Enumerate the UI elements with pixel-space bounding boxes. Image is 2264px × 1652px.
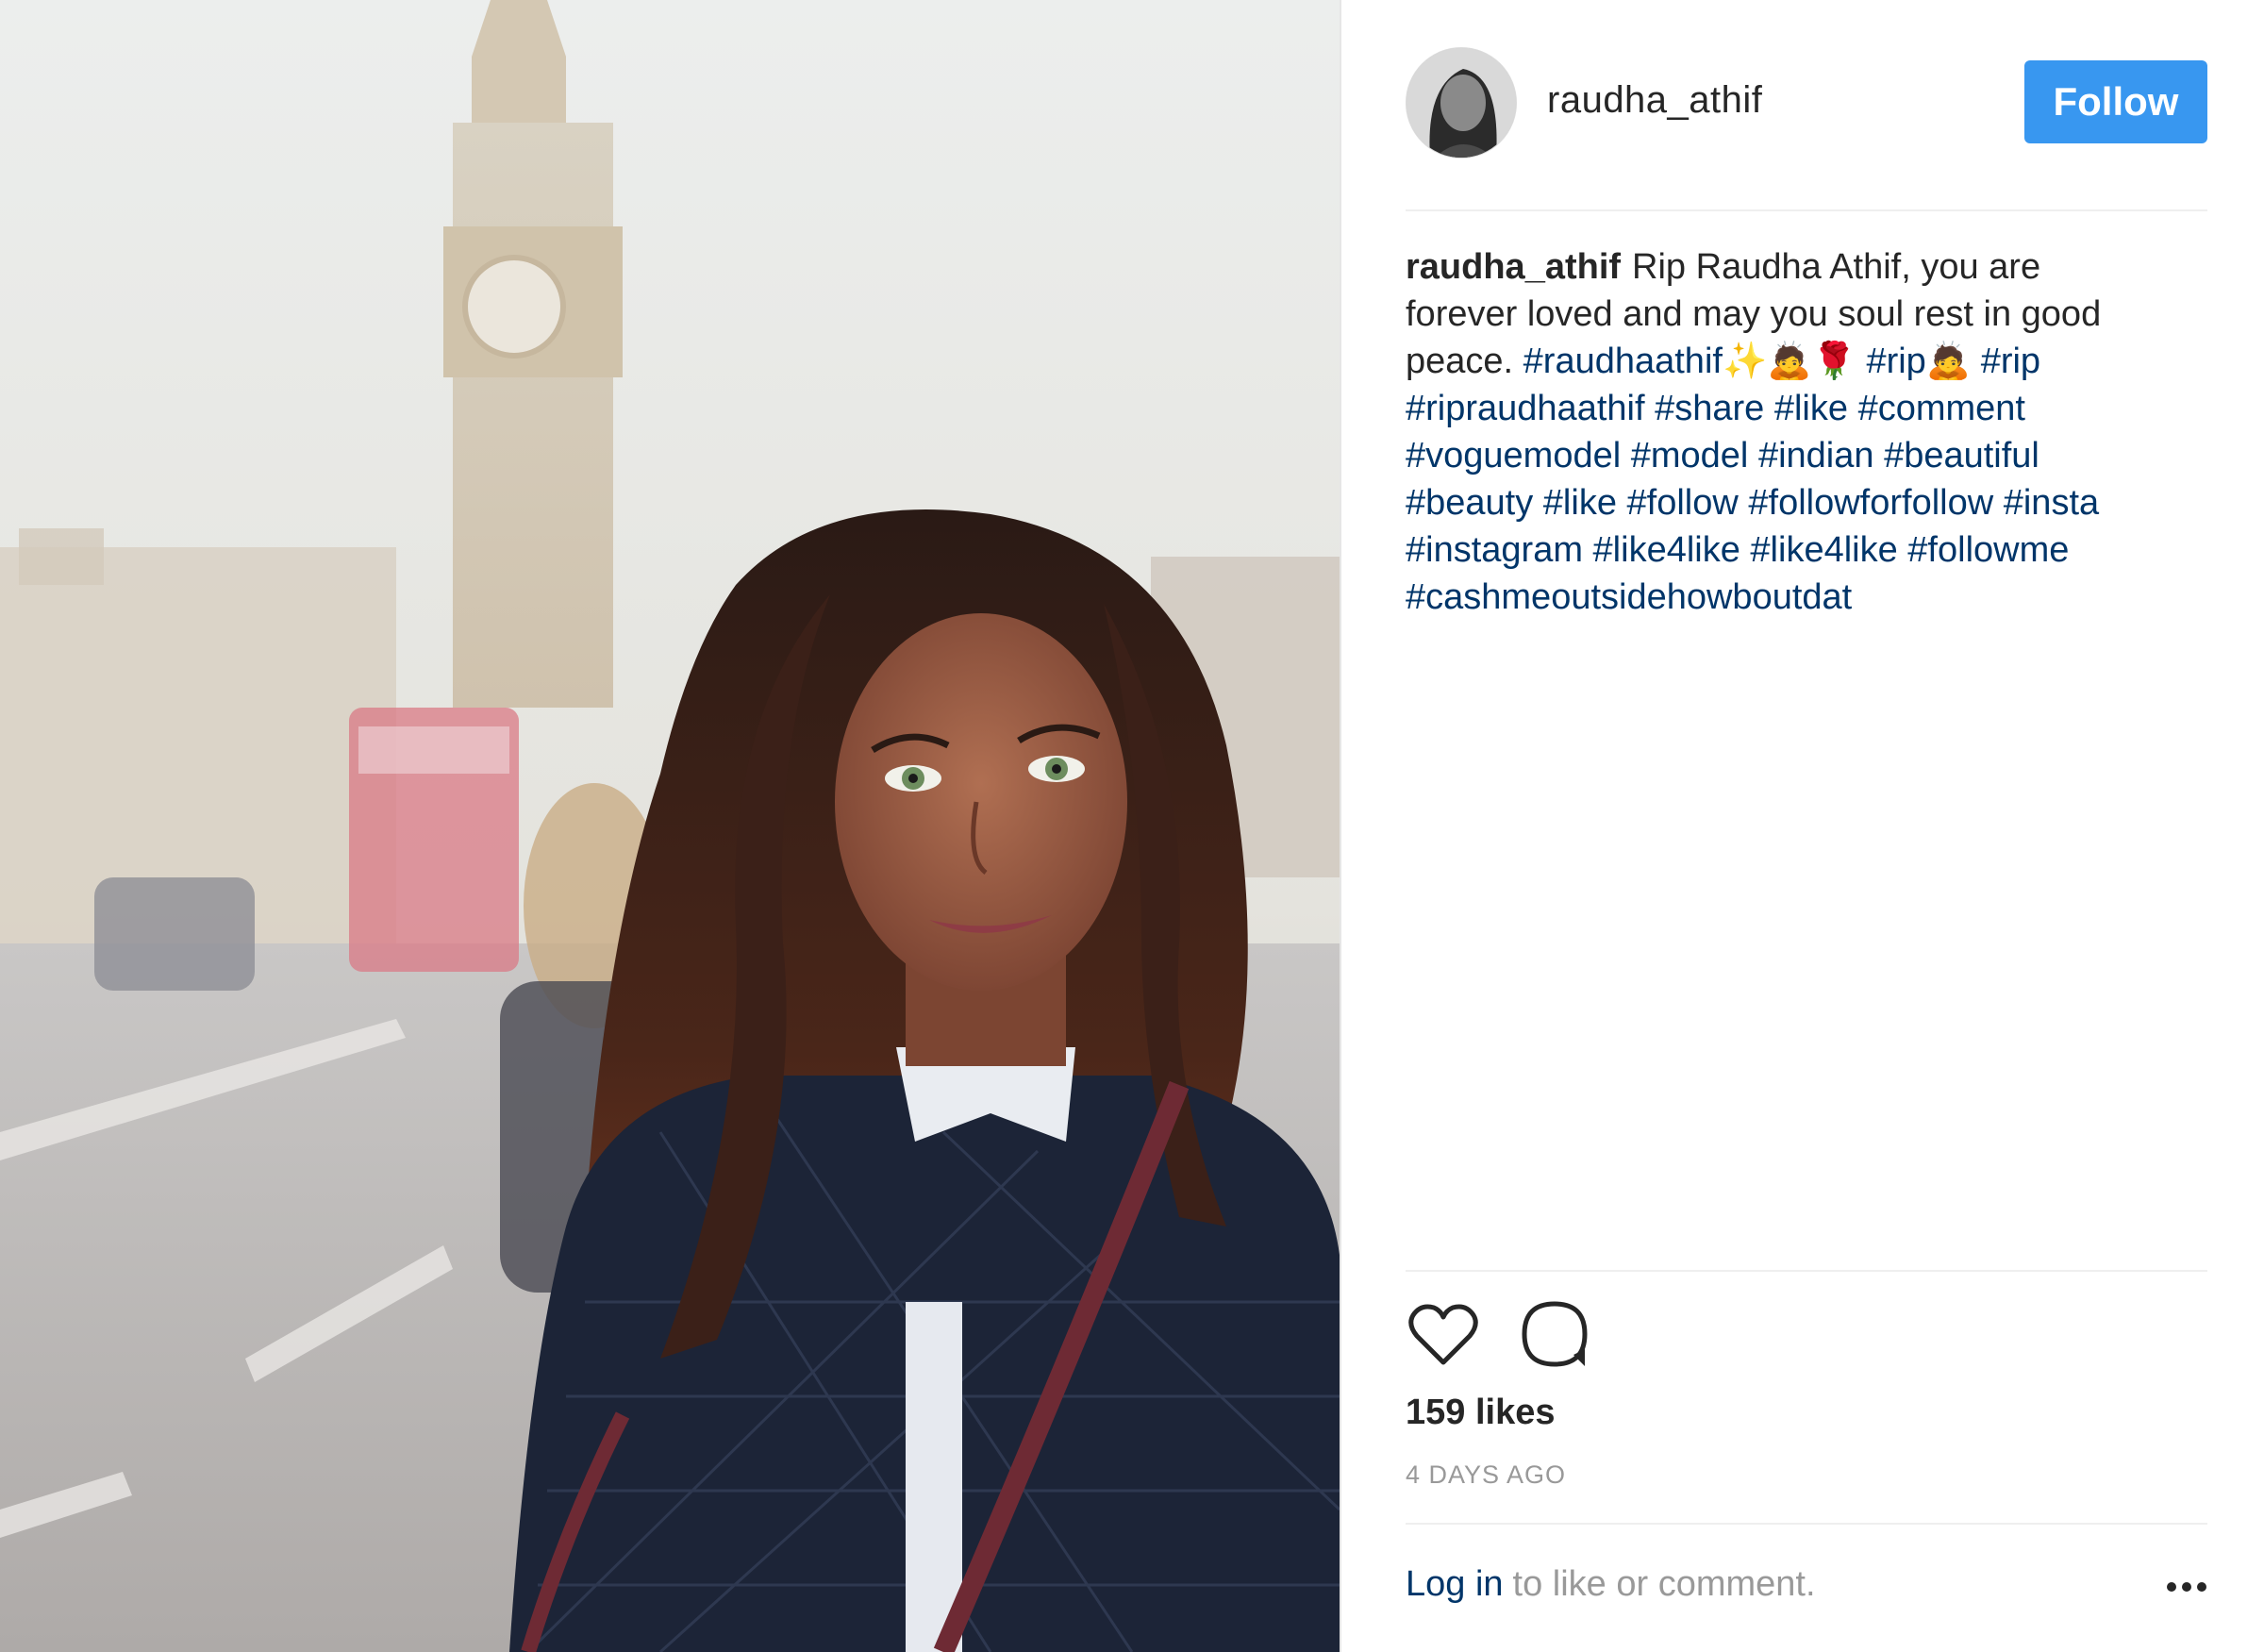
hashtag-link[interactable]: #like4like	[1750, 530, 1897, 570]
photo-divider	[1340, 0, 1341, 1652]
hashtag-link[interactable]: #instagram	[1406, 530, 1583, 570]
speech-bubble-icon[interactable]	[1517, 1296, 1592, 1372]
login-prompt-text: to like or comment.	[1512, 1564, 1816, 1604]
header-username[interactable]: raudha_athif	[1547, 79, 1762, 122]
post-timestamp[interactable]: 4 DAYS AGO	[1406, 1460, 1566, 1490]
hashtag-link[interactable]: #share	[1655, 389, 1764, 428]
caption-text	[1645, 389, 1656, 428]
avatar[interactable]	[1406, 47, 1517, 159]
hashtag-link[interactable]: #voguemodel	[1406, 436, 1621, 476]
caption-text: forever loved and may you soul rest in g…	[1406, 294, 2102, 334]
caption-line: #ripraudhaathif #share #like #comment	[1406, 385, 2207, 432]
hashtag-link[interactable]: #followforfollow	[1748, 483, 1993, 523]
caption-text	[1848, 389, 1858, 428]
caption-line: #cashmeoutsidehowboutdat	[1406, 574, 2207, 621]
hashtag-link[interactable]: #comment	[1858, 389, 2025, 428]
hashtag-link[interactable]: #followme	[1907, 530, 2069, 570]
post-details-panel: raudha_athif Follow raudha_athif Rip Raud…	[1406, 0, 2207, 1652]
caption-text	[1739, 483, 1749, 523]
header-divider	[1406, 209, 2207, 211]
caption-text	[1748, 436, 1758, 476]
hashtag-link[interactable]: #beautiful	[1884, 436, 2039, 476]
heart-outline-icon[interactable]	[1406, 1296, 1481, 1372]
caption-line: forever loved and may you soul rest in g…	[1406, 291, 2207, 338]
post-header: raudha_athif Follow	[1406, 45, 2207, 159]
caption-text	[1874, 436, 1885, 476]
avatar-photo	[1407, 48, 1516, 158]
login-prompt: Log in to like or comment.	[1406, 1564, 2207, 1605]
caption-line: raudha_athif Rip Raudha Athif, you are	[1406, 243, 2207, 291]
follow-button[interactable]: Follow	[2024, 60, 2207, 143]
hashtag-link[interactable]: #rip🙇	[1866, 342, 1971, 381]
hashtag-link[interactable]: #raudhaathif✨🙇🌹	[1523, 342, 1856, 381]
hashtag-link[interactable]: #like	[1543, 483, 1617, 523]
caption-text	[1856, 342, 1867, 381]
post-photo[interactable]	[0, 0, 1340, 1652]
hashtag-link[interactable]: #insta	[2004, 483, 2099, 523]
caption-text: Rip Raudha Athif, you are	[1632, 247, 2041, 287]
caption-text	[1993, 483, 2004, 523]
caption-line: peace. #raudhaathif✨🙇🌹 #rip🙇 #rip	[1406, 338, 2207, 385]
caption-text	[1740, 530, 1751, 570]
photo-illustration	[0, 0, 1340, 1652]
more-dots-icon[interactable]	[2166, 1577, 2207, 1596]
caption-line: #instagram #like4like #like4like #follow…	[1406, 526, 2207, 574]
caption-text	[1621, 436, 1631, 476]
login-link[interactable]: Log in	[1406, 1564, 1504, 1604]
likes-count[interactable]: 159 likes	[1406, 1393, 1555, 1433]
hashtag-link[interactable]: #like	[1774, 389, 1848, 428]
caption-text	[1533, 483, 1543, 523]
hashtag-link[interactable]: #like4like	[1593, 530, 1740, 570]
hashtag-link[interactable]: #rip	[1981, 342, 2040, 381]
hashtag-link[interactable]: #follow	[1627, 483, 1739, 523]
hashtag-link[interactable]: #cashmeoutsidehowboutdat	[1406, 577, 1852, 617]
hashtag-link[interactable]: #model	[1631, 436, 1749, 476]
caption-username[interactable]: raudha_athif	[1406, 247, 1621, 287]
caption-line: #voguemodel #model #indian #beautiful	[1406, 432, 2207, 479]
caption-line: #beauty #like #follow #followforfollow #…	[1406, 479, 2207, 526]
caption-text	[1764, 389, 1774, 428]
caption-text	[1583, 530, 1593, 570]
caption-text	[1971, 342, 1981, 381]
hashtag-link[interactable]: #ripraudhaathif	[1406, 389, 1645, 428]
caption-text: peace.	[1406, 342, 1523, 381]
hashtag-link[interactable]: #indian	[1758, 436, 1874, 476]
caption-text	[1617, 483, 1627, 523]
action-bar	[1406, 1296, 2207, 1372]
caption-divider	[1406, 1270, 2207, 1272]
caption-text	[1898, 530, 1908, 570]
post-caption: raudha_athif Rip Raudha Athif, you are for…	[1406, 243, 2207, 621]
hashtag-link[interactable]: #beauty	[1406, 483, 1533, 523]
footer-divider	[1406, 1523, 2207, 1525]
